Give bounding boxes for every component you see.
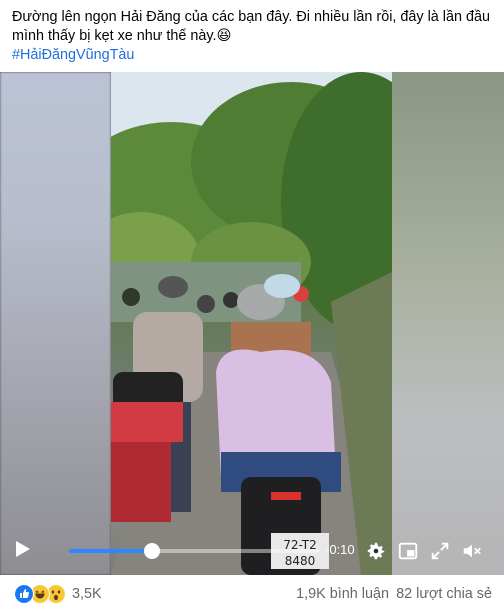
post-footer: 3,5K 1,9K bình luận 82 lượt chia sẻ [0, 578, 504, 614]
time-remaining: -0:10 [325, 542, 355, 557]
reaction-count[interactable]: 3,5K [72, 586, 102, 602]
fullscreen-icon[interactable] [429, 540, 451, 562]
comments-count[interactable]: 1,9K bình luận [296, 586, 389, 602]
like-icon [14, 584, 34, 604]
video-player[interactable]: 72-T2 8480 -0:10 [0, 72, 504, 575]
caption-line-1: Đường lên ngọn Hải Đăng của các bạn đây.… [12, 9, 491, 25]
picture-in-picture-icon[interactable] [397, 540, 419, 562]
video-blur-right [392, 72, 504, 575]
shares-count[interactable]: 82 lượt chia sẻ [396, 586, 492, 602]
progress-fill [69, 549, 152, 553]
post-caption: Đường lên ngọn Hải Đăng của các bạn đây.… [12, 8, 496, 65]
gear-icon[interactable] [365, 540, 387, 562]
video-controls: -0:10 [0, 530, 504, 570]
play-icon[interactable] [16, 541, 30, 557]
hashtag-link[interactable]: #HảiĐăngVũngTàu [12, 46, 496, 65]
volume-muted-icon[interactable] [461, 540, 483, 562]
caption-line-2: mình thấy bị kẹt xe như thế này.😆 [12, 28, 232, 44]
video-frame-illustration: 72-T2 8480 [111, 72, 392, 575]
progress-thumb[interactable] [143, 543, 160, 559]
progress-bar[interactable] [69, 543, 319, 559]
video-frame: 72-T2 8480 [111, 72, 392, 575]
post-card: Đường lên ngọn Hải Đăng của các bạn đây.… [0, 0, 504, 614]
video-blur-left [0, 72, 111, 575]
